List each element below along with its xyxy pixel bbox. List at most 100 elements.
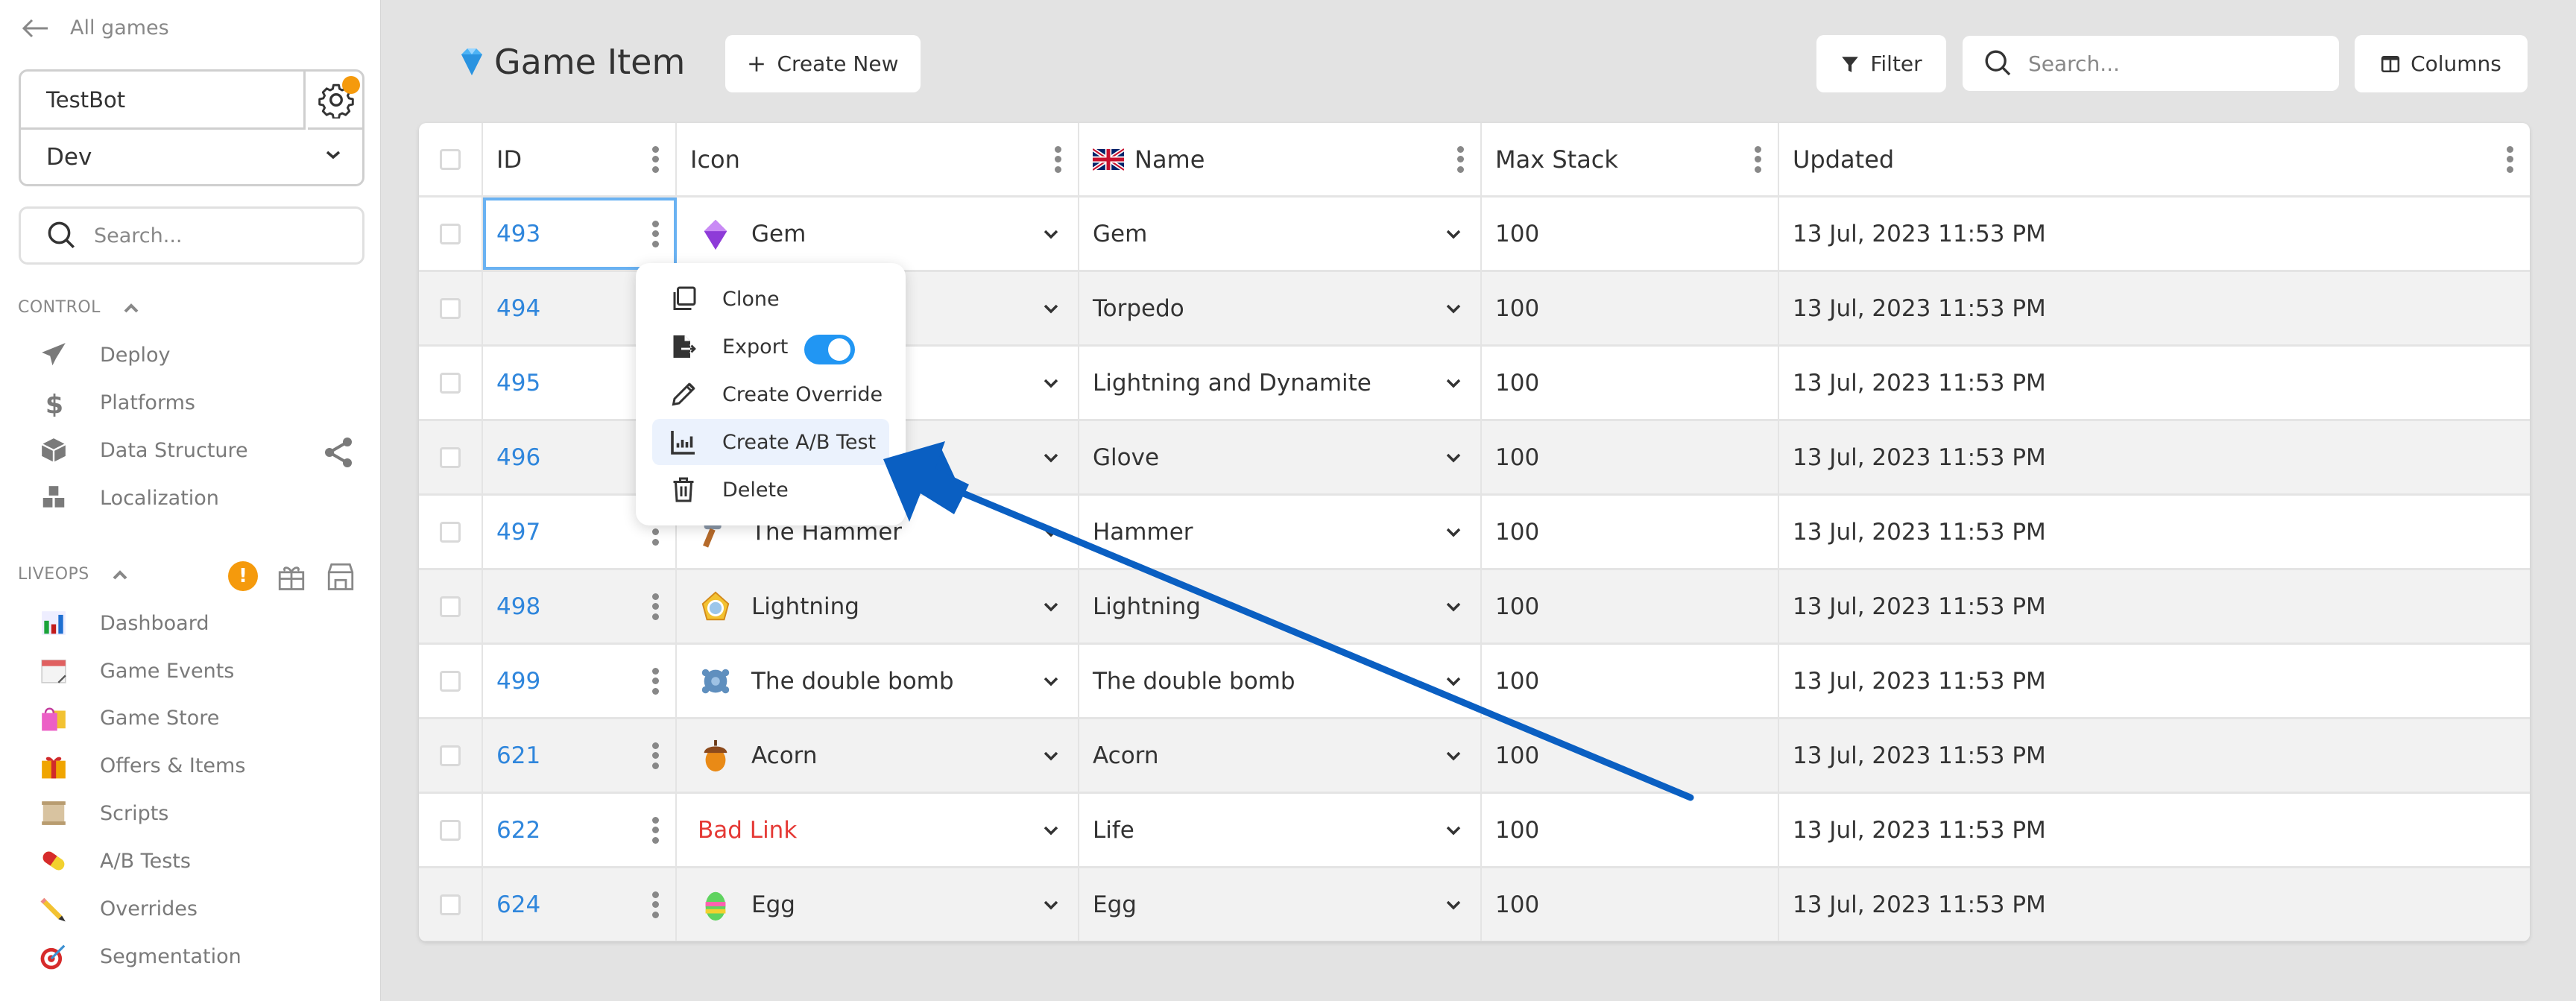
row-checkbox[interactable] [440,446,461,468]
create-new-button[interactable]: Create New [725,35,921,92]
section-liveops-header[interactable]: LIVEOPS [18,565,128,584]
row-checkbox[interactable] [440,521,461,543]
chevron-down-icon[interactable] [1044,452,1058,463]
chevron-down-icon[interactable] [1446,601,1461,612]
id-cell[interactable]: 621 [483,719,677,792]
row-checkbox[interactable] [440,297,461,319]
sidebar-item-data-structure[interactable]: Data Structure [39,432,248,469]
sidebar-item-segmentation[interactable]: Segmentation [39,938,242,975]
column-menu-icon[interactable] [1054,145,1061,173]
id-cell[interactable]: 498 [483,570,677,642]
icon-cell[interactable]: Egg [677,868,1079,941]
chevron-down-icon[interactable] [1044,527,1058,537]
back-to-all-games-link[interactable]: All games [22,16,169,40]
menu-item-create-ab-test[interactable]: Create A/B Test [652,419,889,465]
icon-cell[interactable]: Bad Link [677,794,1079,866]
column-header-name[interactable]: Name [1079,123,1482,195]
sidebar-search-input[interactable] [94,224,340,247]
chevron-down-icon[interactable] [1446,452,1461,463]
max-stack-cell[interactable]: 100 [1482,719,1779,792]
max-stack-cell[interactable]: 100 [1482,496,1779,568]
max-stack-cell[interactable]: 100 [1482,868,1779,941]
chevron-down-icon[interactable] [1446,900,1461,910]
column-header-updated[interactable]: Updated [1779,123,2530,195]
column-menu-icon[interactable] [2506,145,2513,173]
table-row[interactable]: 493 Gem Gem 100 13 Jul, 2023 11:53 PM [419,198,2530,272]
max-stack-cell[interactable]: 100 [1482,198,1779,270]
name-cell[interactable]: Lightning [1079,570,1482,642]
menu-item-clone[interactable]: Clone [652,276,889,322]
icon-cell[interactable]: The double bomb [677,645,1079,717]
row-actions-icon[interactable] [651,891,659,918]
menu-item-create-override[interactable]: Create Override [652,371,889,417]
table-row[interactable]: 499 The double bomb The double bomb 100 13 J… [419,645,2530,719]
name-cell[interactable]: Gem [1079,198,1482,270]
store-icon[interactable] [325,561,356,592]
icon-cell[interactable]: Lightning [677,570,1079,642]
table-row[interactable]: 624 Egg Egg 100 13 Jul, 2023 11:53 PM [419,868,2530,941]
sidebar-item-game-store[interactable]: Game Store [39,699,219,736]
id-link[interactable]: 497 [496,519,540,546]
game-settings-button[interactable] [308,72,364,130]
chevron-down-icon[interactable] [1446,378,1461,388]
menu-item-export[interactable]: Export [652,323,889,370]
game-name[interactable]: TestBot [21,72,306,130]
max-stack-cell[interactable]: 100 [1482,645,1779,717]
row-checkbox[interactable] [440,670,461,692]
id-link[interactable]: 498 [496,593,540,620]
row-checkbox[interactable] [440,819,461,841]
id-link[interactable]: 624 [496,891,540,918]
id-link[interactable]: 622 [496,817,540,844]
max-stack-cell[interactable]: 100 [1482,272,1779,344]
chevron-down-icon[interactable] [1044,751,1058,761]
sidebar-item-dashboard[interactable]: Dashboard [39,604,209,642]
sidebar-item-platforms[interactable]: $ Platforms [39,384,195,421]
environment-select[interactable]: Dev [21,130,362,184]
name-cell[interactable]: Lightning and Dynamite [1079,347,1482,419]
row-checkbox[interactable] [440,596,461,617]
id-link[interactable]: 493 [496,221,540,247]
section-control-header[interactable]: CONTROL [18,298,139,317]
row-checkbox[interactable] [440,372,461,394]
name-cell[interactable]: Torpedo [1079,272,1482,344]
row-checkbox[interactable] [440,223,461,244]
chevron-down-icon[interactable] [1446,676,1461,686]
chevron-down-icon[interactable] [1446,527,1461,537]
id-link[interactable]: 496 [496,444,540,471]
row-actions-icon[interactable] [651,667,659,695]
columns-button[interactable]: Columns [2355,35,2528,92]
column-header-icon[interactable]: Icon [677,123,1079,195]
menu-item-delete[interactable]: Delete [652,467,889,513]
table-row[interactable]: 621 Acorn Acorn 100 13 Jul, 2023 11:53 PM [419,719,2530,794]
gift-icon[interactable] [276,561,307,592]
max-stack-cell[interactable]: 100 [1482,347,1779,419]
name-cell[interactable]: The double bomb [1079,645,1482,717]
chevron-down-icon[interactable] [1044,676,1058,686]
row-actions-icon[interactable] [651,816,659,844]
name-cell[interactable]: Life [1079,794,1482,866]
row-checkbox[interactable] [440,745,461,766]
row-checkbox[interactable] [440,894,461,915]
id-link[interactable]: 495 [496,370,540,397]
chevron-down-icon[interactable] [1446,751,1461,761]
column-header-id[interactable]: ID [483,123,677,195]
icon-cell[interactable]: Gem [677,198,1079,270]
max-stack-cell[interactable]: 100 [1482,421,1779,493]
export-toggle[interactable] [804,335,855,364]
sidebar-item-game-events[interactable]: Game Events [39,652,234,689]
sidebar-item-deploy[interactable]: Deploy [39,336,171,373]
warning-badge[interactable]: ! [228,561,258,591]
name-cell[interactable]: Acorn [1079,719,1482,792]
filter-button[interactable]: Filter [1816,35,1946,92]
chevron-down-icon[interactable] [1044,900,1058,910]
id-cell[interactable]: 624 [483,868,677,941]
max-stack-cell[interactable]: 100 [1482,794,1779,866]
table-search-input[interactable] [2028,51,2326,76]
row-actions-icon[interactable] [651,593,659,620]
sidebar-item-localization[interactable]: Localization [39,479,219,517]
icon-cell[interactable]: Acorn [677,719,1079,792]
id-cell[interactable]: 622 [483,794,677,866]
id-cell[interactable]: 493 [483,198,677,270]
name-cell[interactable]: Hammer [1079,496,1482,568]
table-row[interactable]: 622 Bad Link Life 100 13 Jul, 2023 11:53 PM [419,794,2530,868]
